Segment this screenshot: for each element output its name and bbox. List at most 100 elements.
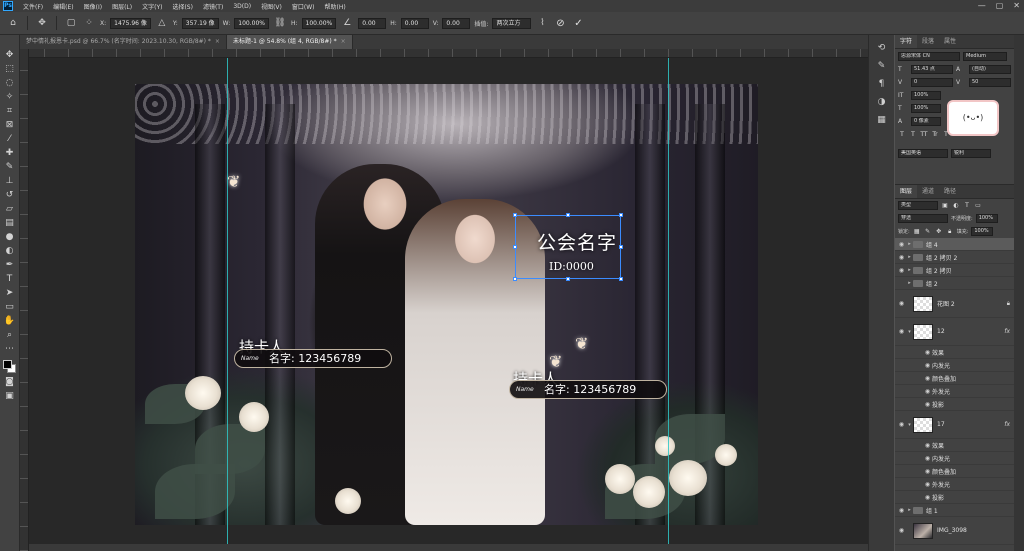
visibility-eye-icon[interactable]: ◉ (923, 388, 932, 395)
antialias-select[interactable]: 锐利 (951, 149, 991, 158)
visibility-eye-icon[interactable]: ◉ (923, 481, 932, 488)
magic-wand-tool-icon[interactable]: ✧ (2, 91, 18, 104)
maximize-icon[interactable]: ▢ (996, 0, 1004, 12)
pen-tool-icon[interactable]: ✒ (2, 259, 18, 272)
paragraph-icon[interactable]: ¶ (879, 79, 885, 89)
tab-paths[interactable]: 路径 (939, 185, 961, 198)
vertical-ruler[interactable] (20, 49, 29, 551)
expand-arrow-icon[interactable]: ▾ (906, 422, 913, 428)
history-icon[interactable]: ⟲ (878, 43, 886, 53)
visibility-eye-icon[interactable]: ◉ (897, 527, 906, 534)
layer-row[interactable]: ◉ ▸ 组 2 拷贝 (895, 264, 1014, 277)
visibility-eye-icon[interactable]: ◉ (897, 300, 906, 307)
fx-icon[interactable]: fx (1004, 328, 1010, 335)
expand-arrow-icon[interactable]: ▸ (906, 280, 913, 286)
blend-mode-select[interactable]: 穿透 (898, 214, 948, 223)
baseline-field[interactable]: 0 像素 (911, 117, 941, 126)
lasso-tool-icon[interactable]: ◌ (2, 77, 18, 90)
rotation-field[interactable]: 0.00 (358, 17, 387, 29)
layer-row[interactable]: ◉ ▾ 12 fx (895, 318, 1014, 346)
warp-icon[interactable]: ⌇ (535, 18, 549, 28)
quick-mask-icon[interactable]: ◙ (2, 376, 18, 389)
lock-position-icon[interactable]: ✥ (935, 227, 943, 236)
zoom-tool-icon[interactable]: ⌕ (2, 329, 18, 342)
filter-adjust-icon[interactable]: ◐ (952, 201, 960, 210)
menu-layer[interactable]: 图层(L) (107, 2, 137, 11)
visibility-eye-icon[interactable]: ◉ (923, 455, 932, 462)
visibility-eye-icon[interactable]: ◉ (897, 267, 906, 274)
font-family-select[interactable]: 思源宋体 CN (898, 52, 960, 61)
tab-close-icon[interactable]: × (215, 38, 220, 45)
tab-paragraph[interactable]: 段落 (917, 35, 939, 48)
interpolation-select[interactable]: 两次立方 (492, 17, 532, 29)
faux-italic-button[interactable]: T (909, 130, 917, 139)
layer-row[interactable]: ◉ IMG_3098 (895, 517, 1014, 545)
filter-shape-icon[interactable]: ▭ (974, 201, 982, 210)
transform-handle[interactable] (513, 213, 517, 217)
kerning-field[interactable]: 0 (911, 78, 953, 87)
brush-tool-icon[interactable]: ✎ (2, 161, 18, 174)
menu-select[interactable]: 选择(S) (167, 2, 198, 11)
visibility-eye-icon[interactable]: ◉ (923, 468, 932, 475)
reference-point-icon[interactable]: ▢ (64, 18, 78, 28)
history-brush-tool-icon[interactable]: ↺ (2, 189, 18, 202)
leading-field[interactable]: (自动) (969, 65, 1011, 74)
marquee-tool-icon[interactable]: ⬚ (2, 63, 18, 76)
transform-handle[interactable] (619, 245, 623, 249)
visibility-eye-icon[interactable]: ◉ (897, 254, 906, 261)
visibility-eye-icon[interactable]: ◉ (923, 494, 932, 501)
effect-row[interactable]: ◉ 效果 (895, 346, 1014, 359)
expand-arrow-icon[interactable]: ▾ (906, 329, 913, 335)
v-skew-field[interactable]: 0.00 (442, 17, 471, 29)
language-select[interactable]: 美国英语 (898, 149, 948, 158)
tab-character[interactable]: 字符 (895, 35, 918, 48)
document-tab-active[interactable]: 未标题-1 @ 54.8% (组 4, RGB/8#) * × (226, 35, 353, 49)
filter-pixel-icon[interactable]: ▣ (941, 201, 949, 210)
layer-row[interactable]: ◉背景🔒︎ (895, 545, 1014, 551)
adjustments-icon[interactable]: ◑ (878, 97, 886, 107)
cardholder-name-pill[interactable]: Name 名字: 123456789 (509, 380, 667, 399)
layer-row[interactable]: ▸ 组 2 (895, 277, 1014, 290)
healing-brush-tool-icon[interactable]: ✚ (2, 147, 18, 160)
all-caps-button[interactable]: TT (920, 130, 928, 139)
lock-all-icon[interactable]: 🔒︎ (946, 227, 954, 236)
tracking-field[interactable]: 50 (969, 78, 1011, 87)
font-style-select[interactable]: Medium (963, 52, 1007, 61)
artwork-image[interactable]: ❦ ❦ ❦ 公会名字 ID:0000 持卡人 Name 名字: 12345678… (135, 84, 758, 525)
dodge-tool-icon[interactable]: ◐ (2, 245, 18, 258)
h-skew-field[interactable]: 0.00 (400, 17, 429, 29)
link-delta-icon[interactable]: △ (155, 18, 169, 28)
layer-row[interactable]: ◉ 花图 2 🔒︎ (895, 290, 1014, 318)
gradient-tool-icon[interactable]: ▤ (2, 217, 18, 230)
guide-line[interactable] (227, 58, 228, 551)
layer-kind-filter[interactable]: 类型 (898, 201, 938, 210)
menu-help[interactable]: 帮助(H) (320, 2, 351, 11)
foreground-color-swatch[interactable] (2, 360, 12, 369)
home-icon[interactable]: ⌂ (6, 18, 20, 28)
guild-id-text[interactable]: ID:0000 (549, 260, 594, 273)
effect-row[interactable]: ◉ 效果 (895, 439, 1014, 452)
expand-arrow-icon[interactable]: ▸ (906, 267, 913, 273)
tab-channels[interactable]: 通道 (917, 185, 939, 198)
menu-3d[interactable]: 3D(D) (228, 3, 256, 10)
reference-grid-icon[interactable]: ⁘ (82, 18, 96, 28)
type-tool-icon[interactable]: T (2, 273, 18, 286)
expand-arrow-icon[interactable]: ▸ (906, 241, 913, 247)
crop-tool-icon[interactable]: ⌗ (2, 105, 18, 118)
commit-transform-icon[interactable]: ✓ (571, 18, 585, 29)
expand-arrow-icon[interactable]: ▸ (906, 507, 913, 513)
opacity-field[interactable]: 100% (975, 214, 998, 223)
frame-tool-icon[interactable]: ⊠ (2, 119, 18, 132)
guide-line[interactable] (668, 58, 669, 551)
blur-tool-icon[interactable]: ● (2, 231, 18, 244)
guild-name-text[interactable]: 公会名字 (537, 228, 617, 255)
cardholder-name-pill[interactable]: Name 名字: 123456789 (234, 349, 392, 368)
effect-row[interactable]: ◉ 投影 (895, 491, 1014, 504)
small-caps-button[interactable]: Tr (931, 130, 939, 139)
transform-handle[interactable] (619, 213, 623, 217)
transform-handle[interactable] (566, 213, 570, 217)
visibility-eye-icon[interactable]: ◉ (923, 349, 932, 356)
screen-mode-icon[interactable]: ▣ (2, 390, 18, 403)
menu-filter[interactable]: 滤镜(T) (198, 2, 228, 11)
menu-window[interactable]: 窗口(W) (287, 2, 320, 11)
